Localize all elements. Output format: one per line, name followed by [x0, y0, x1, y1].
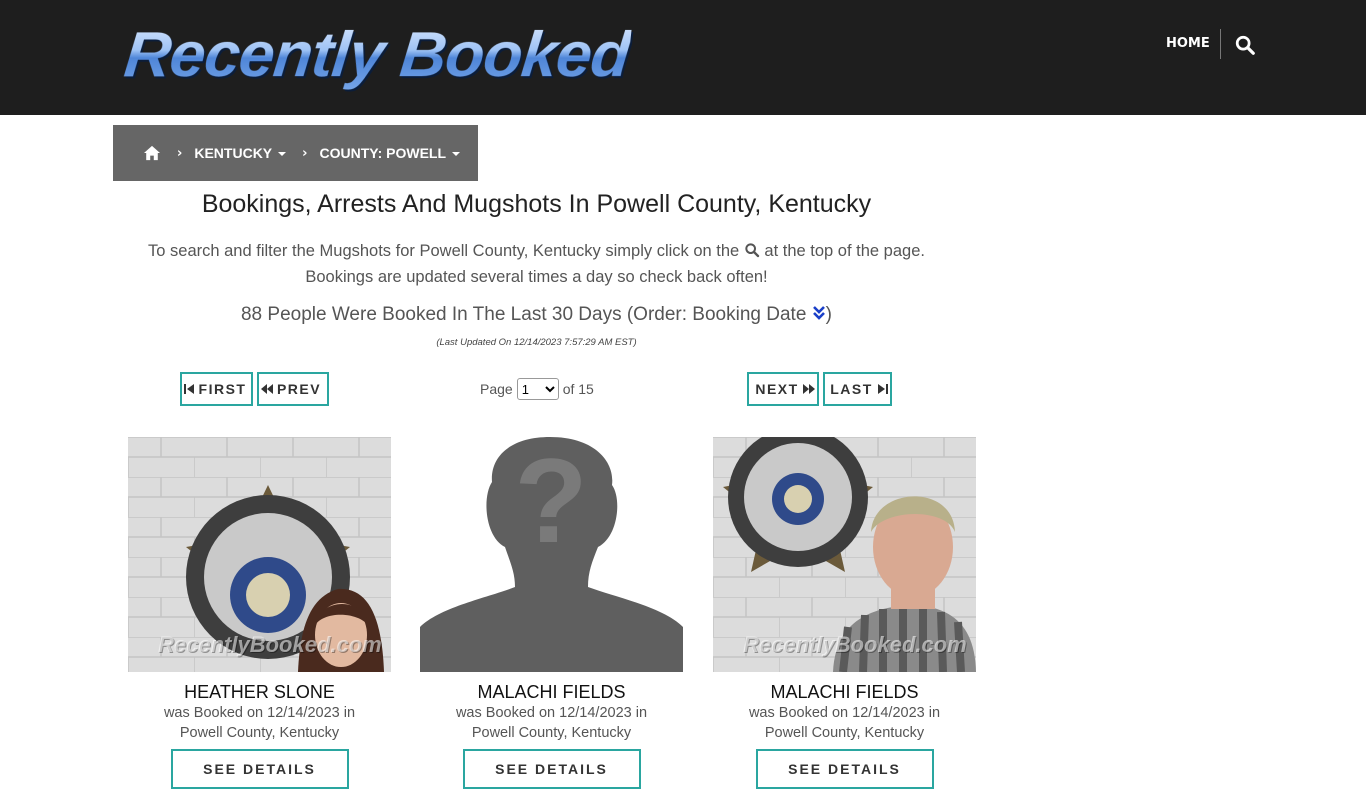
first-page-label: FIRST — [198, 381, 247, 397]
intro-text: To search and filter the Mugshots for Po… — [113, 238, 960, 290]
breadcrumb-state[interactable]: KENTUCKY — [194, 145, 287, 161]
next-page-button[interactable]: NEXT — [747, 372, 819, 406]
person-name[interactable]: HEATHER SLONE — [128, 682, 391, 703]
mugshot-photo[interactable]: ? — [420, 437, 683, 672]
nav-divider — [1220, 29, 1221, 59]
fast-forward-icon — [802, 384, 815, 394]
see-details-button[interactable]: SEE DETAILS — [755, 749, 934, 789]
breadcrumb-county-label: COUNTY: POWELL — [319, 145, 447, 161]
page-label: Page — [480, 381, 513, 397]
booking-date-line: was Booked on 12/14/2023 in — [748, 705, 941, 721]
see-details-button[interactable]: SEE DETAILS — [462, 749, 641, 789]
chevron-right-icon: › — [177, 145, 183, 161]
prev-page-button[interactable]: PREV — [257, 372, 329, 406]
breadcrumb-county[interactable]: COUNTY: POWELL — [320, 145, 461, 161]
page-select[interactable]: 1 — [516, 378, 559, 400]
photo-watermark: RecentlyBooked.com — [158, 632, 382, 657]
booking-location: Powell County, Kentucky — [764, 725, 925, 741]
rewind-icon — [260, 384, 273, 394]
prev-page-label: PREV — [276, 381, 322, 397]
skip-last-icon — [877, 384, 888, 394]
svg-text:?: ? — [514, 437, 587, 568]
page-selector: Page 1 of 15 — [480, 377, 594, 401]
caret-down-icon — [278, 152, 287, 157]
caret-down-icon — [452, 152, 461, 157]
intro-line2: Bookings are updated several times a day… — [305, 268, 768, 286]
breadcrumb-state-label: KENTUCKY — [194, 145, 273, 161]
chevron-right-icon: › — [302, 145, 308, 161]
booking-count-close: ) — [825, 304, 832, 325]
double-chevron-down-icon[interactable] — [812, 305, 826, 321]
breadcrumb: › KENTUCKY › COUNTY: POWELL — [113, 125, 478, 181]
booking-date-line: was Booked on 12/14/2023 in — [455, 705, 648, 721]
booking-card[interactable]: RecentlyBooked.com MALACHI FIELDS was Bo… — [713, 437, 976, 789]
booking-location: Powell County, Kentucky — [179, 725, 340, 741]
logo-text: Recently Booked — [121, 14, 634, 94]
booking-card[interactable]: ? MALACHI FIELDS was Booked on 12/14/202… — [420, 437, 683, 789]
booking-count-text: 88 People Were Booked In The Last 30 Day… — [240, 304, 807, 325]
next-page-label: NEXT — [755, 381, 799, 397]
site-header: Recently Booked HOME — [0, 0, 1366, 115]
no-photo-silhouette: ? — [420, 437, 683, 672]
booking-card[interactable]: RecentlyBooked.com HEATHER SLONE was Boo… — [128, 437, 391, 789]
mugshot-photo[interactable]: RecentlyBooked.com — [713, 437, 976, 672]
search-icon — [745, 243, 759, 258]
home-icon[interactable] — [143, 145, 161, 161]
mugshot-photo[interactable]: RecentlyBooked.com — [128, 437, 391, 672]
last-page-label: LAST — [830, 381, 873, 397]
first-page-button[interactable]: FIRST — [180, 372, 253, 406]
intro-part2: at the top of the page. — [764, 242, 925, 260]
page-of-label: of 15 — [562, 381, 594, 397]
page-title: Bookings, Arrests And Mugshots In Powell… — [201, 190, 872, 218]
booking-date-line: was Booked on 12/14/2023 in — [163, 705, 356, 721]
person-name[interactable]: MALACHI FIELDS — [420, 682, 683, 703]
person-name[interactable]: MALACHI FIELDS — [713, 682, 976, 703]
site-logo[interactable]: Recently Booked — [121, 14, 633, 94]
last-updated: (Last Updated On 12/14/2023 7:57:29 AM E… — [436, 337, 637, 348]
skip-first-icon — [183, 384, 194, 394]
intro-part1: To search and filter the Mugshots for Po… — [148, 242, 740, 260]
booking-count: 88 People Were Booked In The Last 30 Day… — [113, 304, 960, 326]
last-page-button[interactable]: LAST — [823, 372, 892, 406]
photo-watermark: RecentlyBooked.com — [743, 632, 967, 657]
nav-home-link[interactable]: HOME — [1166, 36, 1210, 51]
see-details-button[interactable]: SEE DETAILS — [170, 749, 349, 789]
search-icon[interactable] — [1234, 34, 1256, 56]
booking-location: Powell County, Kentucky — [471, 725, 632, 741]
